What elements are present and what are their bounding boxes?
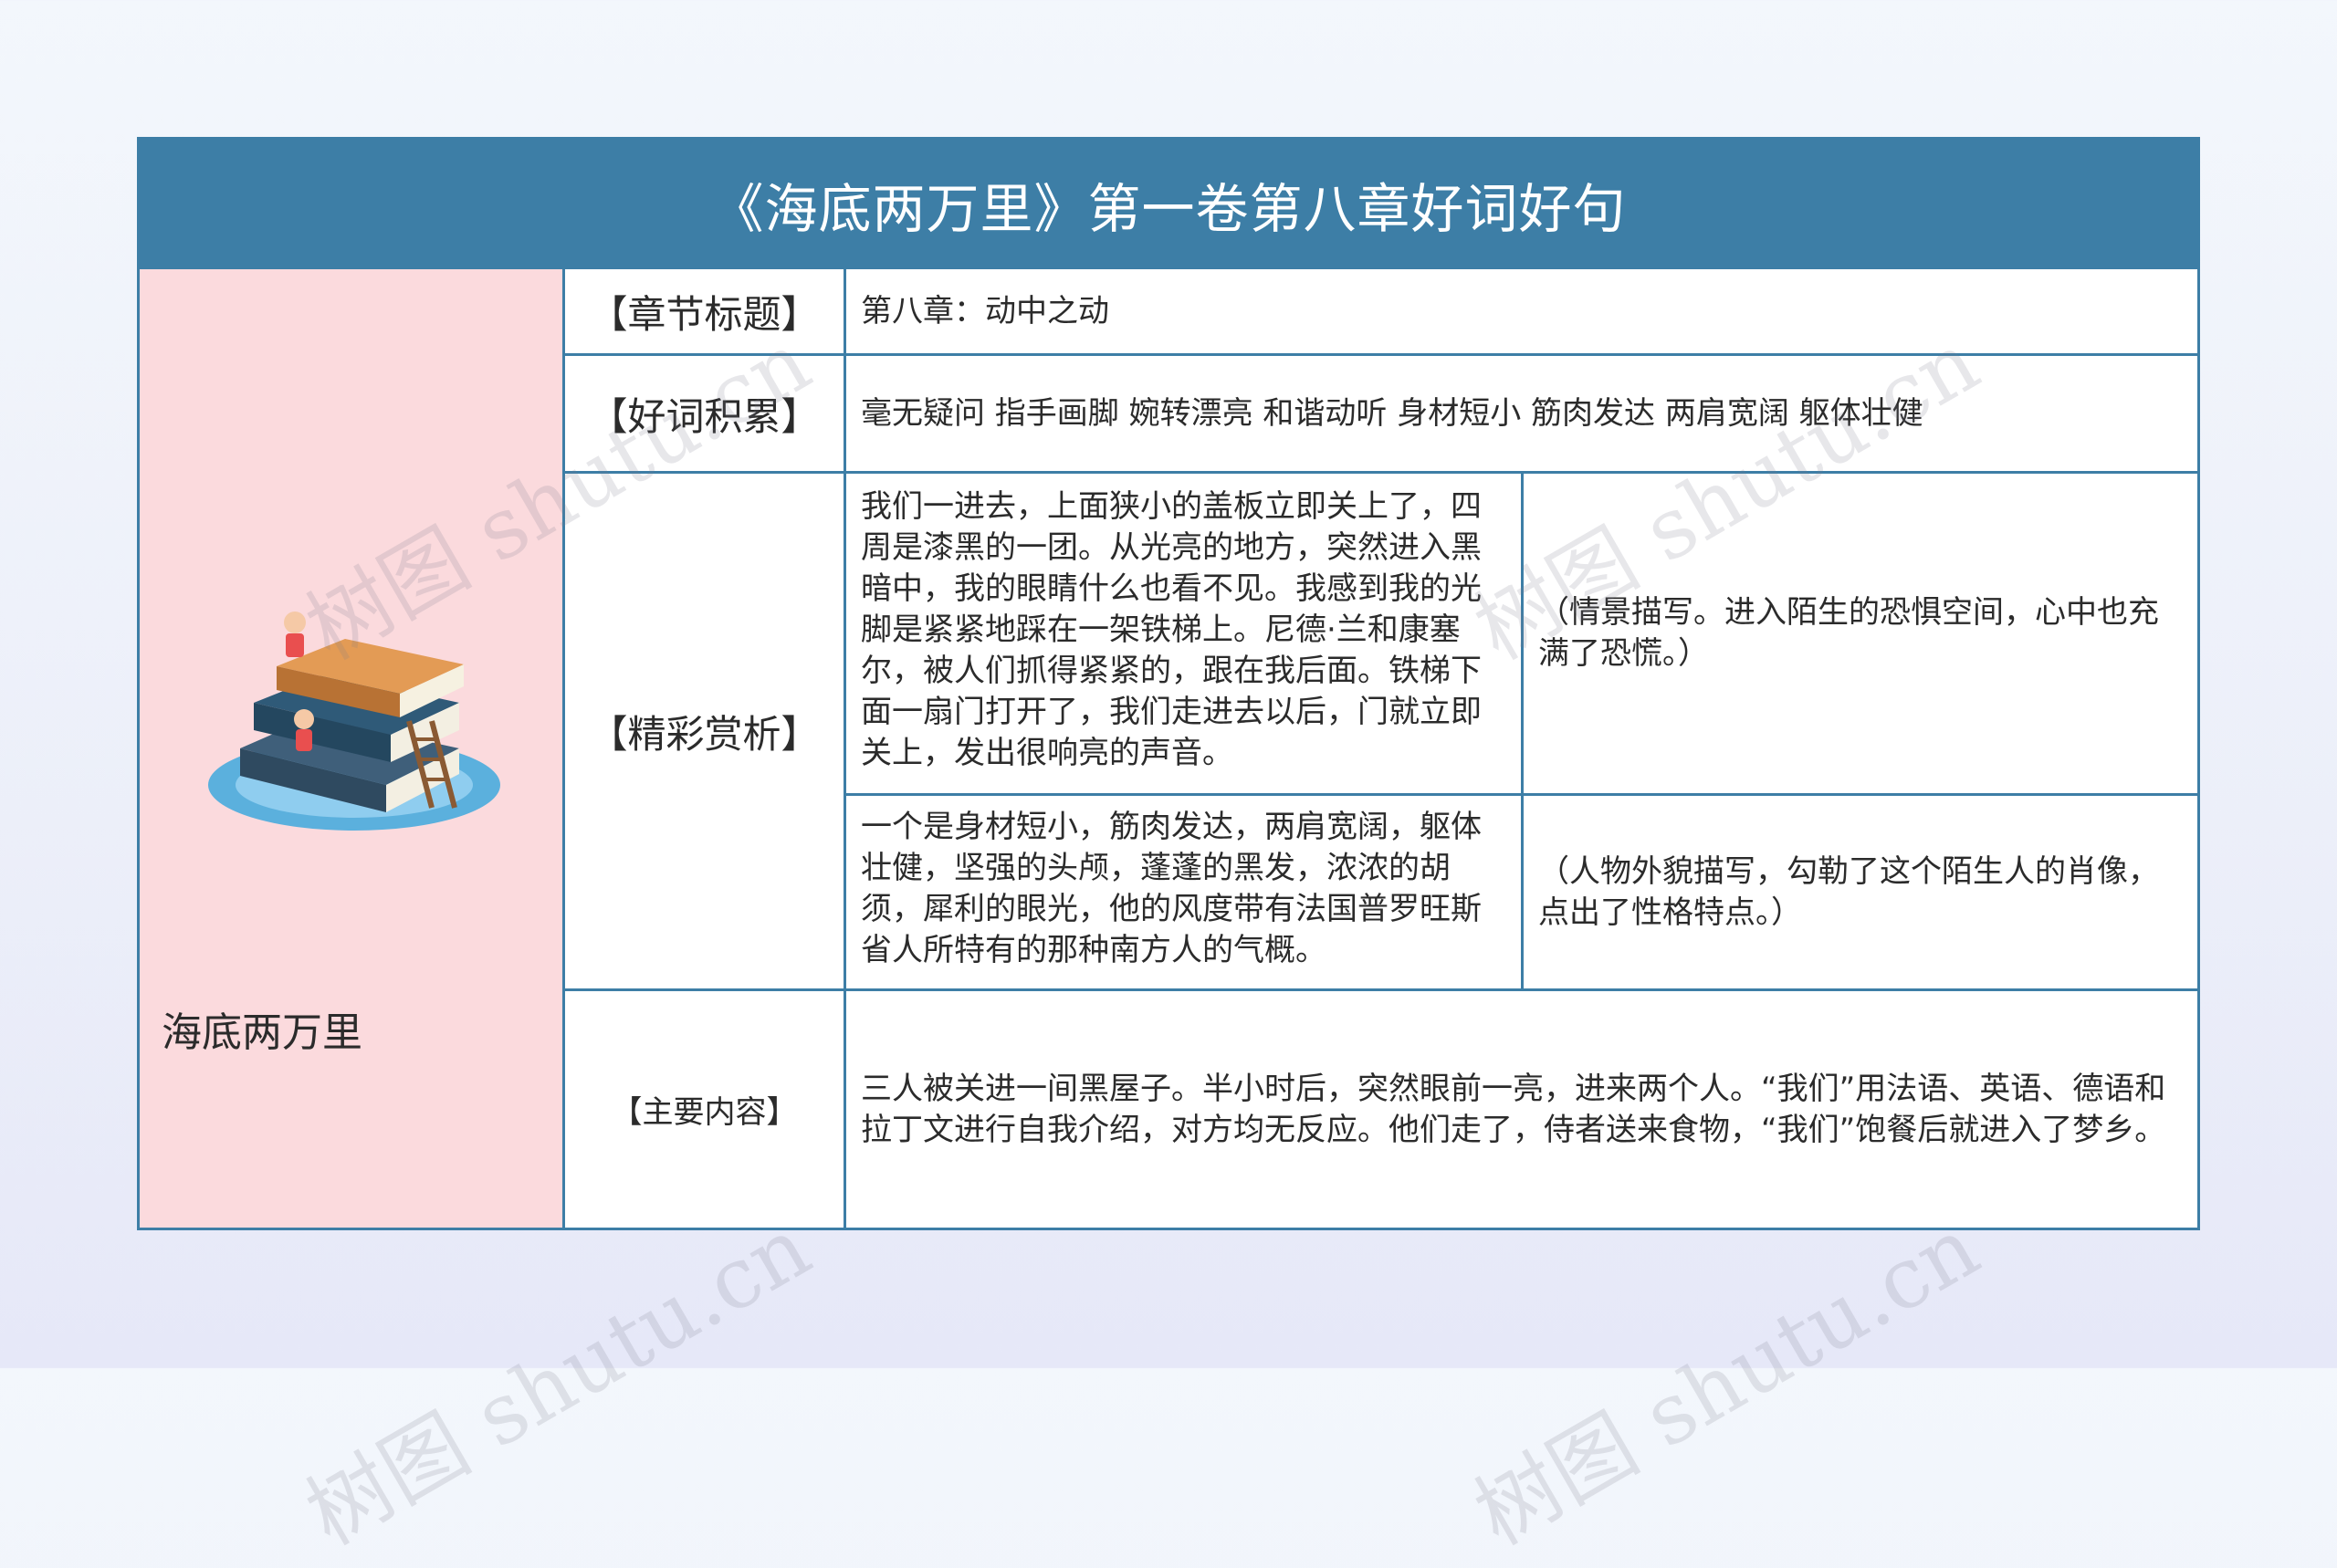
watermark: 树图 shutu.cn	[1459, 1198, 1995, 1564]
page-title: 《海底两万里》第一卷第八章好词好句	[140, 140, 2197, 269]
topic-label: 海底两万里	[162, 1009, 362, 1056]
analysis-quote-2: 一个是身材短小，筋肉发达，两肩宽阔，躯体壮健，坚强的头颅，蓬蓬的黑发，浓浓的胡须…	[846, 796, 1524, 991]
label-good-words: 【好词积累】	[565, 356, 846, 474]
analysis-quote-1: 我们一进去，上面狭小的盖板立即关上了，四周是漆黑的一团。从光亮的地方，突然进入黑…	[846, 474, 1524, 796]
analysis-comment-1: （情景描写。进入陌生的恐惧空间，心中也充满了恐慌。）	[1524, 474, 2197, 796]
good-words-value: 毫无疑问 指手画脚 婉转漂亮 和谐动听 身材短小 筋肉发达 两肩宽阔 躯体壮健	[846, 356, 2197, 474]
topic-panel: 海底两万里	[140, 269, 565, 1228]
main-content-value: 三人被关进一间黑屋子。半小时后，突然眼前一亮，进来两个人。“我们”用法语、英语、…	[861, 1070, 2166, 1148]
watermark: 树图 shutu.cn	[290, 1198, 826, 1564]
label-highlight-analysis: 【精彩赏析】	[565, 474, 846, 991]
label-main-content: 【主要内容】	[565, 991, 846, 1228]
label-chapter-title: 【章节标题】	[565, 269, 846, 356]
mind-map-table: 《海底两万里》第一卷第八章好词好句 海底两万里 【章节标题】 第八章：动中之动 …	[137, 137, 2200, 1230]
analysis-comment-2: （人物外貌描写，勾勒了这个陌生人的肖像，点出了性格特点。）	[1524, 796, 2197, 991]
books-illustration	[208, 612, 500, 831]
chapter-title-value: 第八章：动中之动	[846, 269, 2197, 356]
